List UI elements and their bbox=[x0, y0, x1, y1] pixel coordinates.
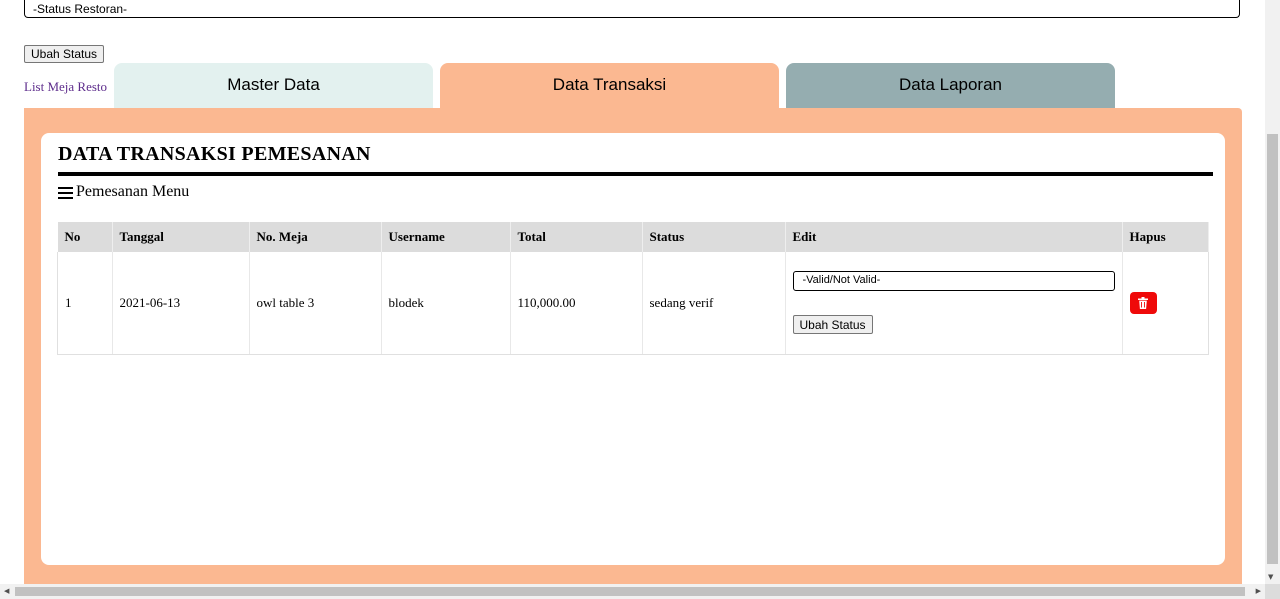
vertical-scroll-thumb[interactable] bbox=[1267, 134, 1278, 564]
list-meja-resto-link[interactable]: List Meja Resto bbox=[24, 79, 107, 95]
col-status: Status bbox=[642, 222, 786, 252]
horizontal-scrollbar[interactable]: ◀ ▶ bbox=[0, 584, 1265, 599]
cell-no-meja: owl table 3 bbox=[249, 252, 382, 355]
title-divider bbox=[58, 172, 1213, 176]
tab-data-laporan[interactable]: Data Laporan bbox=[786, 63, 1115, 108]
cell-total: 110,000.00 bbox=[510, 252, 643, 355]
transaksi-table: No Tanggal No. Meja Username Total Statu… bbox=[57, 222, 1209, 355]
cell-tanggal: 2021-06-13 bbox=[112, 252, 250, 355]
col-username: Username bbox=[381, 222, 511, 252]
col-hapus: Hapus bbox=[1122, 222, 1209, 252]
status-restoran-select[interactable]: -Status Restoran- bbox=[24, 0, 1240, 18]
cell-username: blodek bbox=[381, 252, 511, 355]
col-no-meja: No. Meja bbox=[249, 222, 382, 252]
table-header-row: No Tanggal No. Meja Username Total Statu… bbox=[57, 222, 1209, 252]
scroll-down-arrow-icon[interactable]: ▼ bbox=[1268, 573, 1273, 581]
transaksi-panel: DATA TRANSAKSI PEMESANAN Pemesanan Menu … bbox=[24, 108, 1242, 586]
scroll-left-arrow-icon[interactable]: ◀ bbox=[4, 587, 9, 595]
valid-status-select[interactable]: -Valid/Not Valid- bbox=[792, 271, 1115, 292]
horizontal-scroll-thumb[interactable] bbox=[15, 587, 1245, 596]
cell-hapus bbox=[1122, 252, 1209, 355]
page-title: DATA TRANSAKSI PEMESANAN bbox=[58, 143, 371, 165]
section-heading: Pemesanan Menu bbox=[58, 183, 189, 201]
vertical-scrollbar[interactable]: ▼ bbox=[1265, 0, 1280, 584]
table-row: 1 2021-06-13 owl table 3 blodek 110,000.… bbox=[57, 252, 1209, 355]
transaksi-card: DATA TRANSAKSI PEMESANAN Pemesanan Menu … bbox=[41, 133, 1225, 565]
col-total: Total bbox=[510, 222, 643, 252]
row-ubah-status-button[interactable]: Ubah Status bbox=[792, 315, 873, 335]
col-tanggal: Tanggal bbox=[112, 222, 250, 252]
delete-button[interactable] bbox=[1129, 291, 1157, 314]
menu-icon bbox=[58, 186, 73, 199]
tab-data-transaksi[interactable]: Data Transaksi bbox=[440, 63, 779, 108]
col-edit: Edit bbox=[785, 222, 1123, 252]
col-no: No bbox=[57, 222, 113, 252]
tab-master-data[interactable]: Master Data bbox=[114, 63, 433, 108]
cell-no: 1 bbox=[57, 252, 113, 355]
scroll-right-arrow-icon[interactable]: ▶ bbox=[1256, 587, 1261, 595]
section-heading-label: Pemesanan Menu bbox=[76, 183, 190, 200]
ubah-status-button[interactable]: Ubah Status bbox=[24, 45, 105, 63]
cell-edit: -Valid/Not Valid- Ubah Status bbox=[785, 252, 1123, 355]
scrollbar-corner bbox=[1265, 584, 1280, 599]
trash-icon bbox=[1138, 296, 1148, 309]
cell-status: sedang verif bbox=[642, 252, 786, 355]
